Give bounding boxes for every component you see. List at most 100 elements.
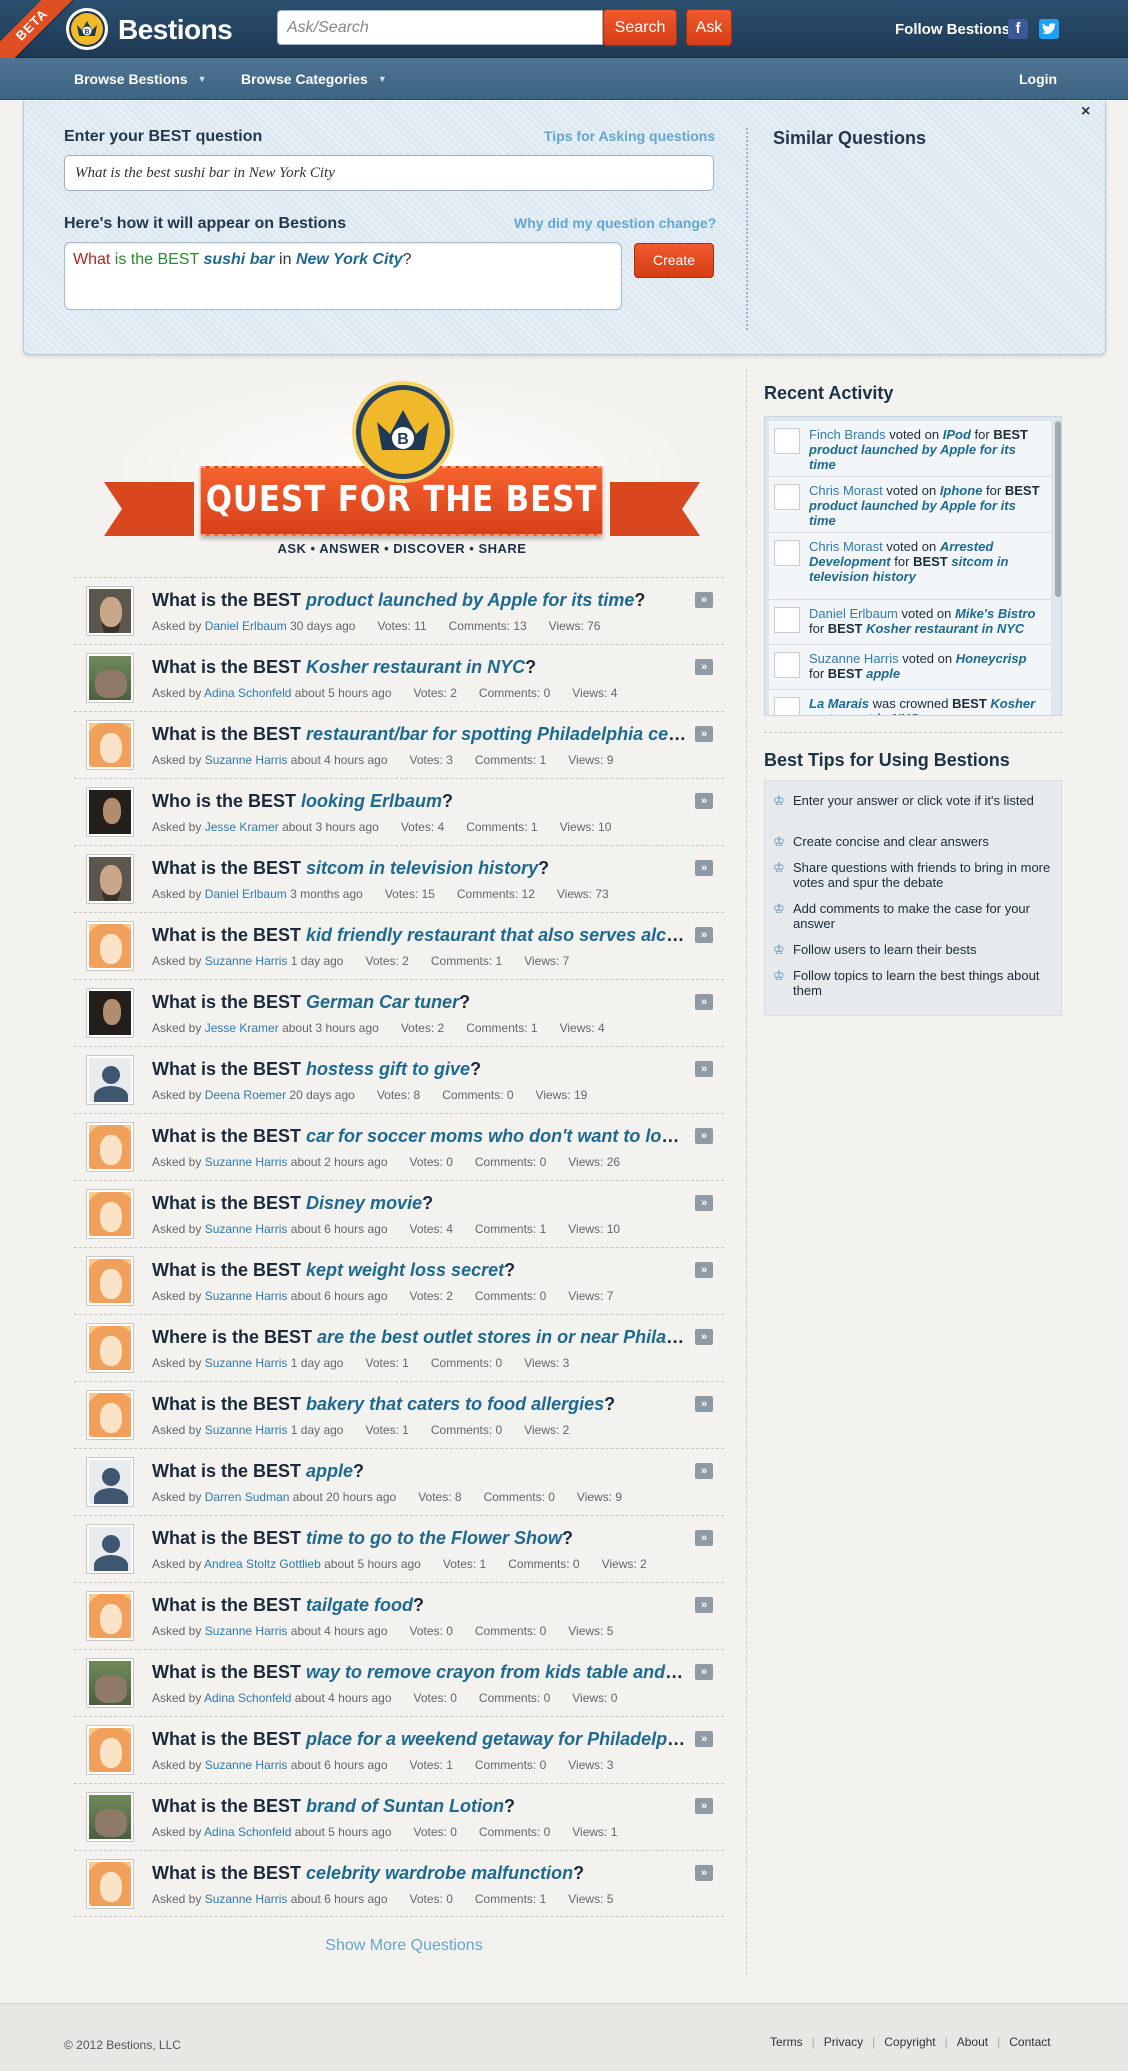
avatar[interactable]	[86, 586, 134, 636]
avatar[interactable]	[86, 921, 134, 971]
question-author-link[interactable]: Daniel Erlbaum	[205, 619, 287, 633]
question-row[interactable]: What is the BEST tailgate food? Asked by …	[74, 1582, 724, 1649]
footer-link-copyright[interactable]: Copyright	[884, 2035, 935, 2049]
question-author-link[interactable]: Suzanne Harris	[205, 1356, 288, 1370]
avatar[interactable]	[86, 1323, 134, 1373]
logo-crown-icon[interactable]: B	[66, 8, 108, 50]
create-button[interactable]: Create	[634, 243, 714, 278]
login-link[interactable]: Login	[1019, 71, 1057, 87]
go-arrow-icon[interactable]: »	[695, 860, 713, 876]
question-row[interactable]: What is the BEST sitcom in television hi…	[74, 845, 724, 912]
go-arrow-icon[interactable]: »	[695, 1396, 713, 1412]
question-title[interactable]: What is the BEST product launched by App…	[152, 590, 687, 611]
question-author-link[interactable]: Suzanne Harris	[205, 1289, 288, 1303]
activity-user-link[interactable]: Chris Morast	[809, 483, 883, 498]
go-arrow-icon[interactable]: »	[695, 793, 713, 809]
question-author-link[interactable]: Suzanne Harris	[205, 1222, 288, 1236]
question-title[interactable]: What is the BEST kept weight loss secret…	[152, 1260, 687, 1281]
activity-user-link[interactable]: Finch Brands	[809, 427, 886, 442]
avatar[interactable]	[86, 720, 134, 770]
question-row[interactable]: Where is the BEST are the best outlet st…	[74, 1314, 724, 1381]
go-arrow-icon[interactable]: »	[695, 1731, 713, 1747]
question-row[interactable]: What is the BEST celebrity wardrobe malf…	[74, 1850, 724, 1917]
question-row[interactable]: What is the BEST restaurant/bar for spot…	[74, 711, 724, 778]
activity-question-link[interactable]: product launched by Apple for its time	[809, 498, 1016, 528]
question-author-link[interactable]: Suzanne Harris	[205, 1892, 288, 1906]
avatar[interactable]	[86, 1524, 134, 1574]
activity-user-link[interactable]: La Marais	[809, 696, 869, 711]
avatar[interactable]	[86, 1390, 134, 1440]
avatar[interactable]	[86, 1457, 134, 1507]
question-title[interactable]: What is the BEST Disney movie?	[152, 1193, 687, 1214]
activity-avatar[interactable]	[774, 540, 800, 566]
avatar[interactable]	[86, 854, 134, 904]
go-arrow-icon[interactable]: »	[695, 1329, 713, 1345]
activity-answer-link[interactable]: Mike's Bistro	[955, 606, 1035, 621]
question-title[interactable]: What is the BEST time to go to the Flowe…	[152, 1528, 687, 1549]
go-arrow-icon[interactable]: »	[695, 1865, 713, 1881]
question-row[interactable]: What is the BEST Kosher restaurant in NY…	[74, 644, 724, 711]
question-author-link[interactable]: Suzanne Harris	[205, 1624, 288, 1638]
question-row[interactable]: What is the BEST place for a weekend get…	[74, 1716, 724, 1783]
go-arrow-icon[interactable]: »	[695, 1530, 713, 1546]
avatar[interactable]	[86, 1122, 134, 1172]
footer-link-terms[interactable]: Terms	[770, 2035, 803, 2049]
question-title[interactable]: What is the BEST hostess gift to give?	[152, 1059, 687, 1080]
go-arrow-icon[interactable]: »	[695, 1128, 713, 1144]
footer-link-contact[interactable]: Contact	[1009, 2035, 1050, 2049]
go-arrow-icon[interactable]: »	[695, 1798, 713, 1814]
activity-user-link[interactable]: Chris Morast	[809, 539, 883, 554]
activity-question-link[interactable]: Kosher restaurant in NYC	[866, 621, 1024, 636]
activity-avatar[interactable]	[774, 428, 800, 454]
question-row[interactable]: What is the BEST way to remove crayon fr…	[74, 1649, 724, 1716]
question-row[interactable]: What is the BEST hostess gift to give? As…	[74, 1046, 724, 1113]
activity-avatar[interactable]	[774, 484, 800, 510]
question-row[interactable]: What is the BEST German Car tuner? Asked …	[74, 979, 724, 1046]
question-author-link[interactable]: Jesse Kramer	[205, 1021, 279, 1035]
activity-user-link[interactable]: Daniel Erlbaum	[809, 606, 898, 621]
question-row[interactable]: What is the BEST time to go to the Flowe…	[74, 1515, 724, 1582]
question-author-link[interactable]: Adina Schonfeld	[204, 686, 291, 700]
activity-answer-link[interactable]: Honeycrisp	[956, 651, 1027, 666]
avatar[interactable]	[86, 1256, 134, 1306]
go-arrow-icon[interactable]: »	[695, 659, 713, 675]
activity-avatar[interactable]	[774, 607, 800, 633]
question-author-link[interactable]: Adina Schonfeld	[204, 1825, 291, 1839]
footer-link-about[interactable]: About	[957, 2035, 988, 2049]
go-arrow-icon[interactable]: »	[695, 1597, 713, 1613]
question-author-link[interactable]: Suzanne Harris	[205, 753, 288, 767]
activity-answer-link[interactable]: Iphone	[940, 483, 983, 498]
avatar[interactable]	[86, 988, 134, 1038]
go-arrow-icon[interactable]: »	[695, 927, 713, 943]
question-author-link[interactable]: Suzanne Harris	[205, 1155, 288, 1169]
question-row[interactable]: What is the BEST Disney movie? Asked by S…	[74, 1180, 724, 1247]
ask-button[interactable]: Ask	[686, 9, 732, 46]
avatar[interactable]	[86, 1658, 134, 1708]
question-author-link[interactable]: Deena Roemer	[205, 1088, 286, 1102]
twitter-icon[interactable]	[1039, 19, 1059, 39]
avatar[interactable]	[86, 653, 134, 703]
activity-user-link[interactable]: Suzanne Harris	[809, 651, 899, 666]
tips-for-asking-link[interactable]: Tips for Asking questions	[544, 128, 715, 144]
question-title[interactable]: What is the BEST way to remove crayon fr…	[152, 1662, 687, 1683]
question-row[interactable]: What is the BEST kept weight loss secret…	[74, 1247, 724, 1314]
go-arrow-icon[interactable]: »	[695, 1262, 713, 1278]
question-row[interactable]: What is the BEST bakery that caters to f…	[74, 1381, 724, 1448]
question-title[interactable]: What is the BEST tailgate food?	[152, 1595, 687, 1616]
question-author-link[interactable]: Andrea Stoltz Gottlieb	[204, 1557, 321, 1571]
recent-activity-scrollbar[interactable]	[1055, 421, 1061, 597]
search-button[interactable]: Search	[603, 9, 677, 46]
avatar[interactable]	[86, 1055, 134, 1105]
avatar[interactable]	[86, 1792, 134, 1842]
activity-avatar[interactable]	[774, 652, 800, 678]
question-row[interactable]: What is the BEST product launched by App…	[74, 577, 724, 644]
avatar[interactable]	[86, 1725, 134, 1775]
question-author-link[interactable]: Suzanne Harris	[205, 1758, 288, 1772]
question-title[interactable]: What is the BEST German Car tuner?	[152, 992, 687, 1013]
go-arrow-icon[interactable]: »	[695, 592, 713, 608]
activity-question-link[interactable]: apple	[866, 666, 900, 681]
search-input[interactable]	[277, 10, 603, 45]
why-question-changed-link[interactable]: Why did my question change?	[514, 215, 716, 231]
question-title[interactable]: What is the BEST celebrity wardrobe malf…	[152, 1863, 687, 1884]
go-arrow-icon[interactable]: »	[695, 1664, 713, 1680]
